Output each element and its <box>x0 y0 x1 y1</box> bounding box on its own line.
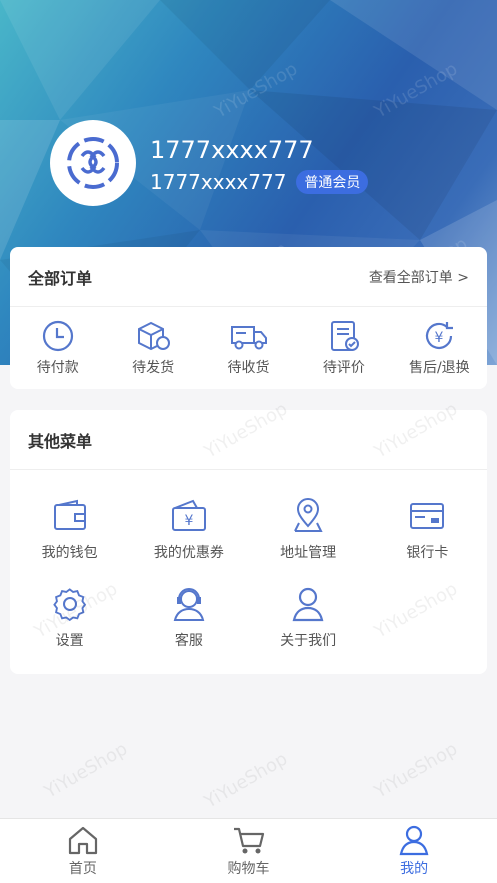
orders-title: 全部订单 <box>28 268 93 288</box>
avatar[interactable] <box>50 120 136 206</box>
user-sub-row: 1777xxxx777 普通会员 <box>150 170 369 194</box>
menu-item-coupons[interactable]: ¥ 我的优惠券 <box>129 498 248 574</box>
username: 1777xxxx777 <box>150 136 314 164</box>
coupon-icon: ¥ <box>171 499 206 531</box>
order-pending-payment[interactable]: 待付款 <box>10 307 105 389</box>
tab-label: 购物车 <box>227 861 270 877</box>
home-icon <box>68 826 97 855</box>
order-pending-shipment[interactable]: 待发货 <box>105 307 200 389</box>
package-icon <box>138 321 171 351</box>
view-all-orders-link[interactable]: 查看全部订单 > <box>369 267 469 287</box>
menu-item-about-us[interactable]: 关于我们 <box>249 586 368 662</box>
orders-header: 全部订单 查看全部订单 > <box>10 247 487 307</box>
tab-label: 我的 <box>400 861 429 877</box>
gear-icon <box>52 588 86 622</box>
other-menus-card: 其他菜单 我的钱包 ¥ 我的优惠券 地址管理 银行卡 设置 客服 关于我们 <box>10 410 487 674</box>
menu-item-wallet[interactable]: 我的钱包 <box>10 498 129 574</box>
order-item-label: 售后/退换 <box>408 360 470 376</box>
refund-icon: ¥ <box>426 322 454 349</box>
tab-home[interactable]: 首页 <box>0 819 166 883</box>
wallet-icon <box>53 499 86 530</box>
order-item-label: 待评价 <box>322 360 365 376</box>
order-item-label: 待收货 <box>227 360 270 376</box>
menu-item-label: 我的优惠券 <box>153 545 224 561</box>
order-item-label: 待付款 <box>36 360 79 376</box>
watermark: YiYueShop <box>200 748 292 813</box>
watermark: YiYueShop <box>40 738 132 803</box>
menus-header: 其他菜单 <box>10 410 487 470</box>
menu-grid: 我的钱包 ¥ 我的优惠券 地址管理 银行卡 设置 客服 关于我们 <box>10 470 487 662</box>
menu-item-label: 地址管理 <box>280 545 337 561</box>
bottom-tab-bar: 首页 购物车 我的 <box>0 818 497 883</box>
user-phone: 1777xxxx777 <box>150 170 287 194</box>
tab-mine[interactable]: 我的 <box>331 819 497 883</box>
order-pending-review[interactable]: 待评价 <box>296 307 391 389</box>
order-item-label: 待发货 <box>132 360 175 376</box>
tab-cart[interactable]: 购物车 <box>166 819 332 883</box>
svg-text:¥: ¥ <box>435 330 444 346</box>
menus-title: 其他菜单 <box>28 431 93 451</box>
svg-text:¥: ¥ <box>184 513 193 529</box>
menu-item-label: 客服 <box>174 633 203 649</box>
menu-item-label: 我的钱包 <box>41 545 98 561</box>
member-badge: 普通会员 <box>296 170 369 194</box>
user-icon <box>399 825 429 856</box>
order-pending-receipt[interactable]: 待收货 <box>201 307 296 389</box>
clock-icon <box>42 320 73 352</box>
cart-icon <box>233 827 264 854</box>
orders-card: 全部订单 查看全部订单 > 待付款 待发货 待收货 待评价 ¥ 售后/退换 <box>10 247 487 389</box>
bank-card-icon <box>410 503 445 529</box>
menu-item-settings[interactable]: 设置 <box>10 586 129 662</box>
person-icon <box>292 587 324 622</box>
tab-label: 首页 <box>68 861 97 877</box>
order-after-sales[interactable]: ¥ 售后/退换 <box>392 307 487 389</box>
menu-item-label: 设置 <box>55 633 84 649</box>
menu-item-bank-card[interactable]: 银行卡 <box>368 498 487 574</box>
support-icon <box>173 588 205 621</box>
review-icon <box>330 321 359 351</box>
menu-item-label: 银行卡 <box>406 545 449 561</box>
location-icon <box>294 498 323 532</box>
menu-item-label: 关于我们 <box>280 633 337 649</box>
menu-item-address[interactable]: 地址管理 <box>249 498 368 574</box>
menu-item-customer-service[interactable]: 客服 <box>129 586 248 662</box>
truck-icon <box>230 326 267 350</box>
order-status-row: 待付款 待发货 待收货 待评价 ¥ 售后/退换 <box>10 307 487 389</box>
logo-icon <box>67 137 119 189</box>
watermark: YiYueShop <box>370 738 462 803</box>
